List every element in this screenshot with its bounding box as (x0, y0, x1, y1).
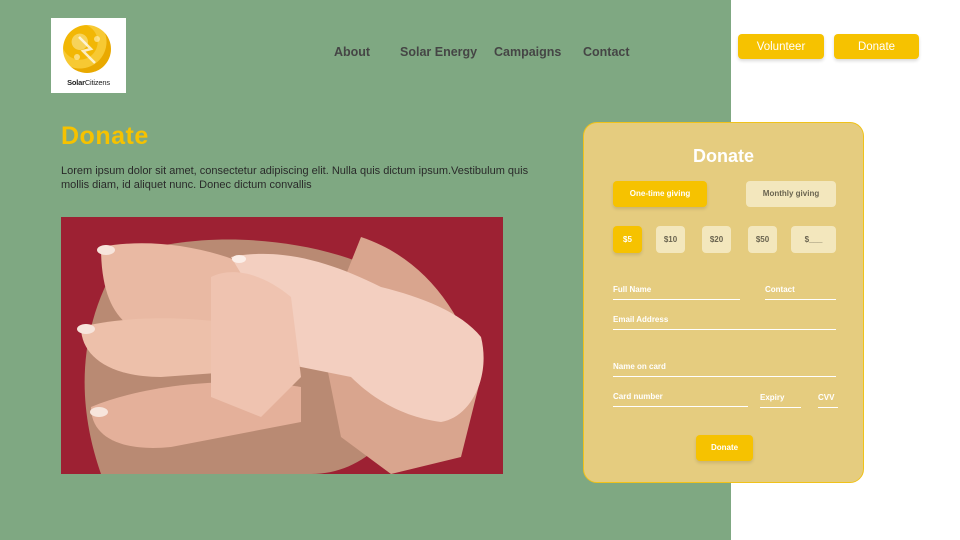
cvv-field[interactable]: CVV (818, 393, 838, 408)
email-field[interactable]: Email Address (613, 315, 836, 330)
brand-name: SolarCitizens (67, 78, 110, 87)
one-time-giving-button[interactable]: One-time giving (613, 181, 707, 207)
nav-about[interactable]: About (334, 45, 370, 59)
amount-5-button[interactable]: $5 (613, 226, 642, 253)
stacked-hands-photo (61, 217, 503, 474)
volunteer-button[interactable]: Volunteer (738, 34, 824, 59)
donation-card-title: Donate (692, 146, 754, 166)
page-title: Donate (61, 122, 149, 150)
intro-paragraph: Lorem ipsum dolor sit amet, consectetur … (61, 165, 529, 191)
donate-header-button[interactable]: Donate (834, 34, 919, 59)
amount-50-button[interactable]: $50 (748, 226, 777, 253)
custom-amount-input[interactable]: $___ (791, 226, 836, 253)
amount-20-button[interactable]: $20 (702, 226, 731, 253)
expiry-field[interactable]: Expiry (760, 393, 801, 408)
nav-campaigns[interactable]: Campaigns (494, 45, 561, 59)
name-on-card-field[interactable]: Name on card (613, 362, 836, 377)
sun-pattern-icon (74, 36, 100, 64)
card-number-field[interactable]: Card number (613, 392, 748, 407)
nav-solar-energy[interactable]: Solar Energy (400, 45, 477, 59)
brand-logo[interactable]: SolarCitizens (51, 18, 126, 93)
amount-10-button[interactable]: $10 (656, 226, 685, 253)
monthly-giving-button[interactable]: Monthly giving (746, 181, 836, 207)
contact-field[interactable]: Contact (765, 285, 836, 300)
donation-card (583, 122, 864, 483)
donate-submit-button[interactable]: Donate (696, 435, 753, 461)
full-name-field[interactable]: Full Name (613, 285, 740, 300)
nav-contact[interactable]: Contact (583, 45, 630, 59)
